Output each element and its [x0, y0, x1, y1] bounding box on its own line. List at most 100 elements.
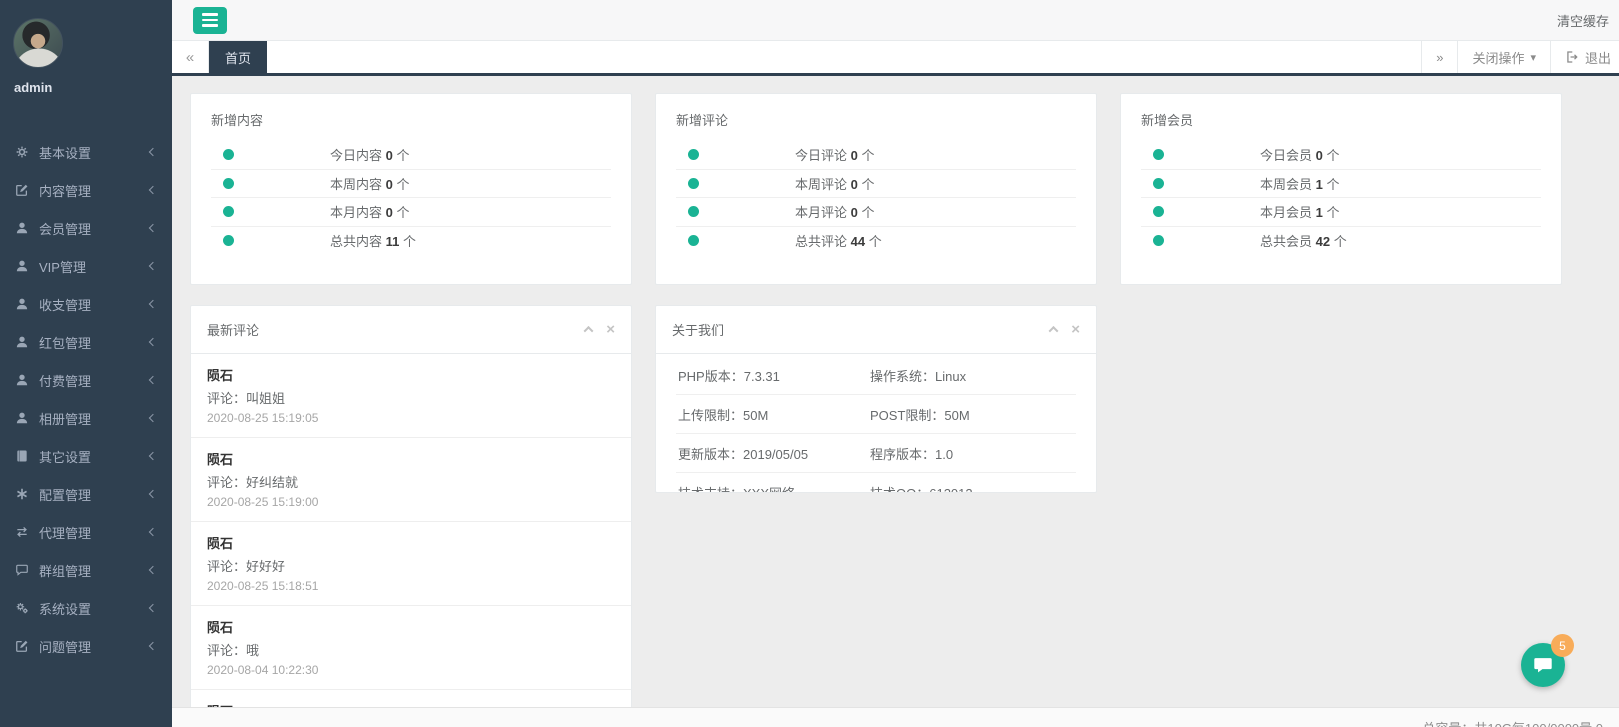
- sidebar-item-label: VIP管理: [39, 257, 150, 276]
- stat-label: 今日评论: [795, 148, 847, 163]
- about-entry: 更新版本：2019/05/05: [676, 434, 868, 473]
- sidebar-item-question-management[interactable]: 问题管理: [0, 627, 172, 665]
- stat-row: 总共会员 42 个: [1141, 227, 1541, 256]
- tab-label: 首页: [225, 48, 251, 67]
- close-card-icon[interactable]: ×: [1071, 325, 1080, 335]
- user-icon: [15, 335, 29, 349]
- stat-unit: 个: [869, 234, 882, 249]
- sidebar-item-label: 系统设置: [39, 599, 150, 618]
- sidebar-item-redpacket-management[interactable]: 红包管理: [0, 323, 172, 361]
- stat-row: 今日内容 0 个: [211, 141, 611, 170]
- sidebar-item-label: 其它设置: [39, 447, 150, 466]
- comment-text: 评论：哦: [207, 640, 615, 659]
- comment-text: 评论：好好好: [207, 556, 615, 575]
- stat-unit: 个: [1327, 177, 1340, 192]
- exchange-icon: [15, 525, 29, 539]
- stat-unit: 个: [403, 234, 416, 249]
- asterisk-icon: [15, 487, 29, 501]
- main-content: 新增内容 今日内容 0 个 本周内容 0 个 本月内容 0 个: [172, 76, 1619, 727]
- close-card-icon[interactable]: ×: [606, 325, 615, 335]
- chat-badge: 5: [1551, 634, 1574, 657]
- sidebar-item-vip-management[interactable]: VIP管理: [0, 247, 172, 285]
- scroll-tabs-right-button[interactable]: »: [1421, 41, 1457, 73]
- clear-cache-button[interactable]: 清空缓存: [1555, 7, 1611, 34]
- stat-row: 本周会员 1 个: [1141, 170, 1541, 199]
- stat-unit: 个: [1327, 148, 1340, 163]
- sidebar-item-system-settings[interactable]: 系统设置: [0, 589, 172, 627]
- sidebar-item-content-management[interactable]: 内容管理: [0, 171, 172, 209]
- comment-item: 陨石 评论：好纠结就 2020-08-25 15:19:00: [191, 438, 631, 522]
- sidebar-item-group-management[interactable]: 群组管理: [0, 551, 172, 589]
- about-entry: 技术QQ：612012: [868, 473, 1076, 493]
- about-us-card: 关于我们 × PHP版本：7.3.31 操作系统：Linux 上传限制：50M …: [655, 305, 1097, 493]
- close-operations-button[interactable]: 关闭操作 ▾: [1457, 41, 1550, 73]
- stat-row: 今日会员 0 个: [1141, 141, 1541, 170]
- stat-unit: 个: [397, 205, 410, 220]
- chat-bubble-icon: [1532, 654, 1554, 676]
- comment-item: 陨石 评论：叫姐姐 2020-08-25 15:19:05: [191, 354, 631, 438]
- sidebar-nav: 基本设置 内容管理 会员管理 VIP管理 收支管理: [0, 133, 172, 665]
- double-chevron-left-icon: «: [186, 49, 194, 66]
- stat-value: 44: [851, 234, 865, 249]
- stat-label: 今日内容: [330, 148, 382, 163]
- stat-unit: 个: [397, 148, 410, 163]
- user-icon: [15, 221, 29, 235]
- logout-label: 退出: [1585, 48, 1611, 67]
- profile-section: admin: [0, 18, 172, 95]
- chevron-left-icon: [149, 642, 157, 650]
- chevron-left-icon: [149, 490, 157, 498]
- collapse-card-icon[interactable]: [1049, 326, 1059, 336]
- chat-button[interactable]: 5: [1521, 643, 1565, 687]
- stat-value: 0: [386, 177, 393, 192]
- sidebar-item-agent-management[interactable]: 代理管理: [0, 513, 172, 551]
- stat-value: 1: [1316, 177, 1323, 192]
- sidebar-item-paid-management[interactable]: 付费管理: [0, 361, 172, 399]
- sidebar-item-album-management[interactable]: 相册管理: [0, 399, 172, 437]
- chevron-left-icon: [149, 262, 157, 270]
- user-icon: [15, 373, 29, 387]
- card-title: 新增会员: [1121, 94, 1561, 141]
- stat-row: 总共评论 44 个: [676, 227, 1076, 256]
- comment-date: 2020-08-25 15:19:05: [207, 411, 615, 425]
- sidebar-item-config-management[interactable]: 配置管理: [0, 475, 172, 513]
- about-value: 612012: [929, 486, 972, 493]
- green-dot-icon: [1153, 206, 1164, 217]
- comment-author: 陨石: [207, 617, 615, 636]
- scroll-tabs-left-button[interactable]: «: [172, 41, 209, 73]
- sidebar-item-finance-management[interactable]: 收支管理: [0, 285, 172, 323]
- about-info-grid: PHP版本：7.3.31 操作系统：Linux 上传限制：50M POST限制：…: [656, 354, 1096, 493]
- stat-label: 本周会员: [1260, 177, 1312, 192]
- about-label: POST限制：: [870, 408, 944, 423]
- avatar[interactable]: [13, 18, 63, 68]
- stat-unit: 个: [397, 177, 410, 192]
- about-label: 技术QQ：: [870, 486, 929, 493]
- sidebar-item-basic-settings[interactable]: 基本设置: [0, 133, 172, 171]
- about-entry: POST限制：50M: [868, 395, 1076, 434]
- about-entry: 技术支持：XXX网络: [676, 473, 868, 493]
- stat-value: 0: [1316, 148, 1323, 163]
- edit-icon: [15, 183, 29, 197]
- hamburger-icon: [202, 13, 218, 16]
- sidebar-item-member-management[interactable]: 会员管理: [0, 209, 172, 247]
- logout-button[interactable]: 退出: [1550, 41, 1619, 73]
- caret-down-icon: ▾: [1530, 51, 1536, 64]
- stat-label: 总共会员: [1260, 234, 1312, 249]
- about-entry: 操作系统：Linux: [868, 356, 1076, 395]
- chevron-left-icon: [149, 376, 157, 384]
- tab-home[interactable]: 首页: [209, 41, 267, 73]
- stat-row: 本周评论 0 个: [676, 170, 1076, 199]
- sidebar-item-other-settings[interactable]: 其它设置: [0, 437, 172, 475]
- about-value: 50M: [743, 408, 768, 423]
- stat-row: 本月评论 0 个: [676, 198, 1076, 227]
- cogs-icon: [15, 601, 29, 615]
- collapse-card-icon[interactable]: [584, 326, 594, 336]
- username: admin: [14, 80, 172, 95]
- sidebar-item-label: 会员管理: [39, 219, 150, 238]
- footer-stats: 总容量：共10G每100/0000量 0: [1422, 718, 1603, 727]
- about-label: 程序版本：: [870, 447, 935, 462]
- about-entry: 上传限制：50M: [676, 395, 868, 434]
- menu-toggle-button[interactable]: [193, 7, 227, 34]
- latest-comments-card: 最新评论 × 陨石 评论：叫姐姐 2020-08-25 15:19:05 陨石 …: [190, 305, 632, 727]
- green-dot-icon: [223, 206, 234, 217]
- main-area: 清空缓存 « 首页 » 关闭操作 ▾ 退出: [172, 0, 1619, 727]
